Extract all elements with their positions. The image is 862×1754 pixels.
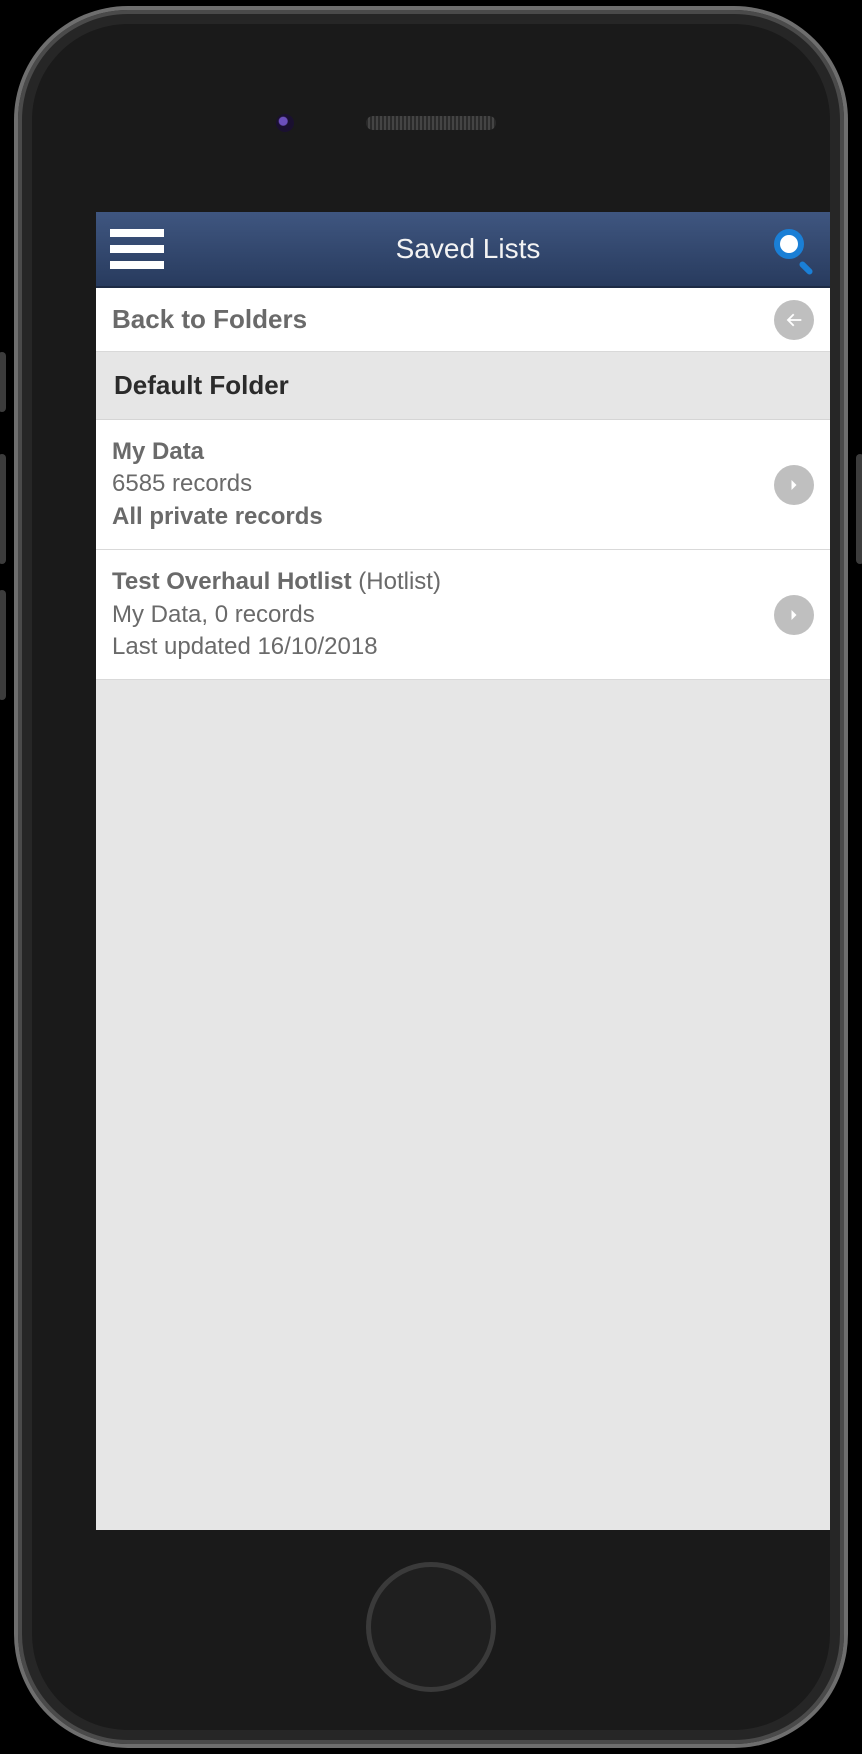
list-item[interactable]: My Data 6585 records All private records: [96, 420, 830, 550]
phone-frame: Saved Lists Back to Folders Default Fold…: [18, 10, 844, 1744]
list-item-title: Test Overhaul Hotlist: [112, 568, 352, 595]
chevron-right-icon[interactable]: [774, 595, 814, 635]
menu-icon[interactable]: [110, 229, 164, 269]
speaker-grille: [366, 116, 496, 130]
search-icon[interactable]: [772, 227, 816, 271]
list-item-subtitle: 6585 records: [112, 468, 774, 500]
back-arrow-icon[interactable]: [774, 300, 814, 340]
page-title: Saved Lists: [164, 233, 772, 265]
list-item[interactable]: Test Overhaul Hotlist (Hotlist) My Data,…: [96, 550, 830, 680]
chevron-right-icon[interactable]: [774, 465, 814, 505]
home-button[interactable]: [366, 1562, 496, 1692]
app-header: Saved Lists: [96, 212, 830, 288]
back-label: Back to Folders: [112, 304, 774, 335]
section-title: Default Folder: [114, 370, 812, 401]
phone-inner: Saved Lists Back to Folders Default Fold…: [32, 24, 830, 1730]
screen: Saved Lists Back to Folders Default Fold…: [96, 212, 830, 1530]
list-item-tag: (Hotlist): [358, 568, 441, 595]
list-item-subtitle: My Data, 0 records: [112, 599, 774, 631]
list-item-detail: Last updated 16/10/2018: [112, 631, 774, 663]
front-camera: [276, 114, 294, 132]
list-item-detail: All private records: [112, 501, 774, 533]
list-item-title: My Data: [112, 438, 204, 465]
back-to-folders-row[interactable]: Back to Folders: [96, 288, 830, 352]
section-header: Default Folder: [96, 352, 830, 420]
